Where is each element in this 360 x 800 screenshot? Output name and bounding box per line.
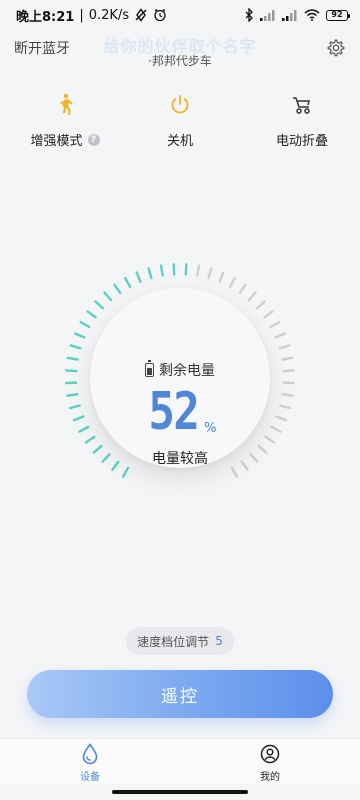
gauge-tick: [269, 320, 281, 329]
user-icon: [259, 743, 281, 765]
battery-indicator: 92: [326, 9, 350, 21]
tab-mine-label: 我的: [260, 772, 280, 783]
gauge-disc: 剩余电量 52 %: [90, 288, 270, 468]
stroller-fold-icon: [289, 92, 315, 118]
gauge-tick: [184, 262, 188, 276]
gauge-tick: [218, 271, 225, 284]
header: 断开蓝牙 给你的伙伴取个名字 ·邦邦代步车: [0, 30, 360, 70]
bluetooth-icon: [244, 8, 254, 22]
status-bar: 晚上8:21 | 0.2K/s 92: [0, 0, 360, 30]
gauge-tick: [275, 415, 288, 422]
walking-person-icon: [52, 92, 78, 118]
battery-percent-value: 52: [147, 382, 200, 442]
gauge-tick: [270, 425, 282, 433]
gauge-tick: [68, 404, 81, 410]
droplet-icon: [79, 743, 101, 765]
gauge-tick: [66, 392, 79, 397]
enhanced-mode-button[interactable]: 增强模式 ?: [10, 92, 120, 149]
gauge-tick: [247, 291, 257, 302]
gauge-tick: [159, 264, 164, 277]
status-left: 晚上8:21 | 0.2K/s: [16, 6, 167, 25]
gauge-tick: [281, 356, 294, 361]
speed-gear-label: 速度档位调节: [137, 634, 210, 649]
electric-fold-label: 电动折叠: [275, 134, 328, 149]
gauge-tick: [73, 332, 86, 339]
gauge-tick: [124, 276, 132, 288]
battery-value-row: 52 %: [90, 384, 270, 440]
status-network-speed: 0.2K/s: [88, 7, 130, 23]
enhanced-mode-label: 增强模式: [30, 134, 83, 149]
electric-fold-button[interactable]: 电动折叠: [247, 92, 357, 149]
gauge-tick: [207, 267, 213, 280]
tab-mine[interactable]: 我的: [230, 743, 310, 783]
gauge-tick: [274, 332, 287, 339]
speed-gear-value: 5: [215, 634, 223, 648]
quick-actions: 增强模式 ? 关机 电动折叠: [0, 92, 360, 152]
gauge-tick: [172, 262, 176, 276]
remote-control-button[interactable]: 遥控: [27, 670, 333, 718]
enhanced-mode-label-row: 增强模式 ?: [30, 130, 100, 149]
gauge-tick: [196, 264, 201, 277]
power-icon: [167, 92, 193, 118]
gauge-tick: [94, 300, 105, 310]
gauge-tick: [69, 344, 82, 350]
battery-status-text: 电量较高: [152, 451, 208, 467]
gauge-tick: [135, 271, 142, 284]
gauge-tick: [281, 392, 294, 397]
gauge-tick: [65, 369, 78, 373]
gauge-tick: [263, 310, 274, 319]
gauge-tick: [121, 466, 130, 478]
gauge-tick: [228, 276, 236, 288]
gauge-tick: [278, 344, 291, 350]
signal-icon-1: [260, 9, 276, 21]
gear-icon: [327, 39, 345, 57]
gauge-tick: [66, 356, 79, 361]
status-divider: |: [79, 7, 84, 23]
gauge-tick: [230, 466, 239, 478]
signal-icon-2: [282, 9, 298, 21]
gauge-tick: [72, 415, 85, 422]
gauge-tick: [86, 310, 97, 319]
gauge-tick: [255, 300, 266, 310]
gauge-tick: [147, 267, 153, 280]
help-icon[interactable]: ?: [87, 133, 100, 146]
remaining-battery-label: 剩余电量: [159, 363, 215, 379]
location-off-icon: [134, 8, 148, 22]
home-indicator: [112, 790, 248, 794]
tab-device[interactable]: 设备: [50, 743, 130, 783]
power-off-label: 关机: [166, 134, 193, 149]
status-right: 92: [244, 8, 350, 22]
status-time: 晚上8:21: [16, 9, 75, 25]
remaining-battery-row: 剩余电量: [90, 360, 270, 380]
gauge-tick: [238, 283, 247, 295]
wifi-icon: [304, 9, 320, 21]
power-off-button[interactable]: 关机: [125, 92, 235, 149]
settings-button[interactable]: [324, 36, 348, 60]
battery-icon: [145, 360, 154, 377]
tab-device-label: 设备: [80, 772, 100, 783]
gauge-tick: [282, 369, 295, 373]
gauge-tick: [279, 404, 292, 410]
gauge-tick: [78, 425, 90, 433]
tab-bar: 设备 我的: [0, 738, 360, 784]
gauge-tick: [113, 283, 122, 295]
gauge-tick: [103, 291, 113, 302]
speed-gear-control[interactable]: 速度档位调节 5: [126, 627, 234, 655]
device-name: ·邦邦代步车: [148, 54, 212, 68]
battery-percent-unit: %: [204, 421, 217, 436]
alarm-icon: [153, 8, 167, 22]
gauge-tick: [79, 320, 91, 329]
battery-gauge: 剩余电量 52 % 电量较高: [60, 258, 300, 498]
